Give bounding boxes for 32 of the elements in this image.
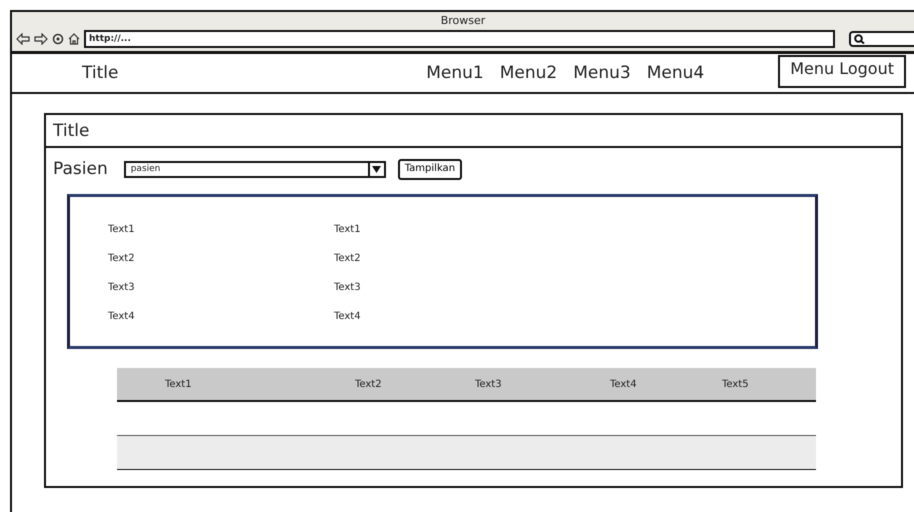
detail-value: Text2 bbox=[334, 252, 362, 266]
forward-icon[interactable] bbox=[34, 33, 48, 45]
column-header: Text3 bbox=[475, 378, 503, 390]
show-button[interactable]: Tampilkan bbox=[398, 158, 462, 180]
column-header: Text4 bbox=[610, 378, 638, 390]
menu-item[interactable]: Menu3 bbox=[573, 63, 631, 83]
menu-item[interactable]: Menu1 bbox=[426, 63, 484, 83]
detail-label: Text3 bbox=[108, 281, 136, 295]
detail-value: Text4 bbox=[334, 310, 362, 324]
column-header: Text2 bbox=[355, 378, 383, 390]
reload-icon[interactable] bbox=[52, 33, 64, 45]
column-header: Text1 bbox=[165, 378, 193, 390]
dropdown-arrow-icon bbox=[372, 166, 382, 172]
back-icon[interactable] bbox=[16, 33, 30, 45]
panel-title: Title bbox=[53, 120, 90, 140]
app-title: Title bbox=[82, 63, 120, 83]
logout-menu-button[interactable]: Menu Logout bbox=[778, 55, 906, 88]
detail-label: Text2 bbox=[108, 252, 136, 266]
detail-label: Text1 bbox=[108, 223, 136, 237]
menu-item[interactable]: Menu4 bbox=[646, 63, 704, 83]
column-header: Text5 bbox=[722, 378, 750, 390]
search-field[interactable] bbox=[849, 31, 914, 47]
window-title: Browser bbox=[440, 13, 486, 29]
detail-value: Text1 bbox=[334, 223, 362, 237]
detail-value: Text3 bbox=[334, 281, 362, 295]
address-field[interactable]: http://... bbox=[84, 30, 835, 48]
field-label: Pasien bbox=[53, 159, 108, 179]
menu-item[interactable]: Menu2 bbox=[500, 63, 558, 83]
patient-dropdown[interactable]: pasien bbox=[124, 160, 386, 178]
home-icon[interactable] bbox=[68, 33, 80, 45]
search-icon bbox=[854, 34, 865, 44]
detail-label: Text4 bbox=[108, 310, 136, 324]
